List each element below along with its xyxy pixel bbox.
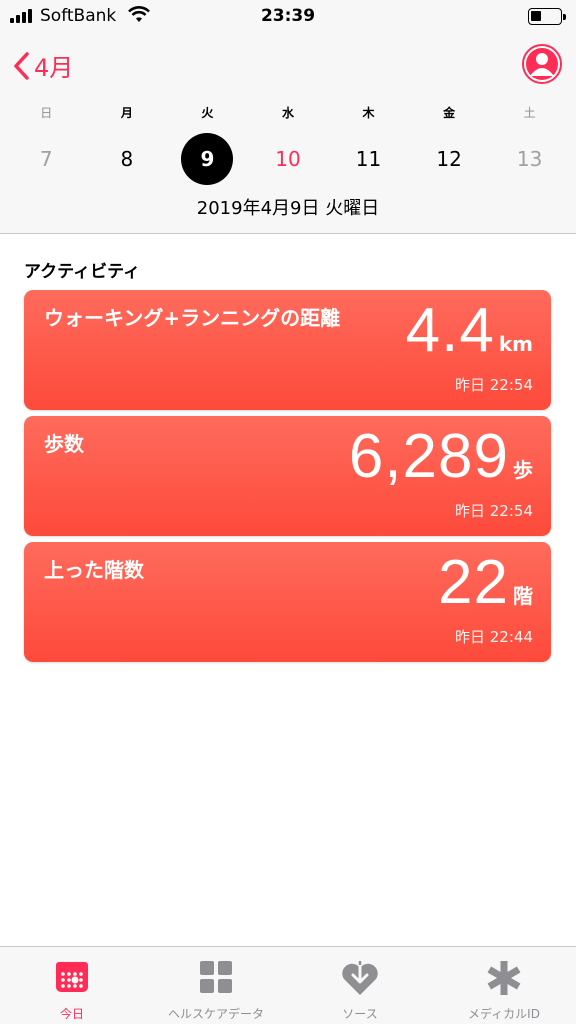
day-row: 7 8 9 10 11 12 13 (0, 133, 576, 185)
tab-label: 今日 (59, 1007, 84, 1021)
status-bar: SoftBank 23:39 (0, 0, 576, 32)
day-cell[interactable]: 13 (500, 134, 560, 184)
card-title: ウォーキング+ランニングの距離 (44, 306, 341, 330)
day-cell[interactable]: 8 (97, 134, 157, 184)
section-title: アクティビティ (24, 262, 141, 282)
card-title: 歩数 (44, 432, 84, 456)
profile-avatar-button[interactable] (522, 44, 562, 84)
tab-sources[interactable]: ソース (288, 947, 432, 1024)
back-month-label: 4月 (34, 54, 74, 82)
weekday-label: 水 (281, 106, 294, 120)
day-cell[interactable]: 12 (419, 134, 479, 184)
card-value-group: 4.4 km (406, 300, 533, 362)
card-value: 4.4 (405, 296, 495, 365)
tab-label: ヘルスケアデータ (167, 1007, 264, 1021)
weekday-label: 金 (443, 106, 456, 120)
calendar-header: 4月 日 月 火 水 木 金 土 7 8 9 10 11 12 13 2019年… (0, 32, 576, 234)
health-data-grid-icon (198, 959, 234, 999)
day-cell-selected[interactable]: 9 (177, 133, 237, 185)
day-cell[interactable]: 10 (258, 134, 318, 184)
weekday-row: 日 月 火 水 木 金 土 (0, 104, 576, 121)
card-unit: km (498, 332, 533, 356)
weekday-label: 日 (40, 106, 53, 120)
walking-running-distance-card[interactable]: ウォーキング+ランニングの距離 4.4 km 昨日 22:54 (24, 290, 551, 410)
day-cell[interactable]: 7 (16, 134, 76, 184)
card-title: 上った階数 (44, 558, 144, 582)
tab-label: ソース (342, 1007, 378, 1021)
weekday-label: 土 (523, 106, 536, 120)
today-calendar-icon (54, 959, 90, 999)
sources-heart-icon (340, 959, 380, 1001)
back-month-button[interactable]: 4月 (12, 48, 73, 83)
medical-id-asterisk-icon (485, 959, 523, 1001)
day-number: 12 (436, 147, 462, 171)
day-number: 11 (355, 147, 382, 171)
person-icon (526, 48, 558, 80)
status-time: 23:39 (260, 6, 316, 26)
day-number: 9 (181, 133, 234, 185)
battery-icon (528, 8, 566, 25)
tab-bar: 今日 ヘルスケアデータ ソース メディカルID (0, 946, 576, 1024)
day-number: 13 (516, 147, 543, 171)
card-value-group: 22 階 (438, 552, 533, 614)
tab-health-data[interactable]: ヘルスケアデータ (144, 947, 288, 1024)
card-unit: 歩 (513, 458, 533, 482)
tab-medical-id[interactable]: メディカルID (432, 947, 576, 1024)
selected-date-label: 2019年4月9日 火曜日 (196, 198, 380, 219)
weekday-label: 木 (362, 106, 375, 120)
day-cell[interactable]: 11 (339, 134, 399, 184)
card-timestamp: 昨日 22:54 (455, 376, 533, 394)
card-value: 22 (438, 548, 509, 617)
tab-label: メディカルID (468, 1007, 540, 1021)
day-number: 10 (275, 147, 301, 171)
card-value-group: 6,289 歩 (349, 426, 533, 488)
steps-card[interactable]: 歩数 6,289 歩 昨日 22:54 (24, 416, 551, 536)
card-value: 6,289 (348, 422, 509, 491)
day-number: 8 (120, 147, 134, 171)
weekday-label: 月 (120, 106, 133, 120)
flights-climbed-card[interactable]: 上った階数 22 階 昨日 22:44 (24, 542, 551, 662)
tab-today[interactable]: 今日 (0, 947, 144, 1024)
weekday-label: 火 (201, 106, 214, 120)
chevron-left-icon (14, 51, 29, 80)
card-timestamp: 昨日 22:44 (455, 628, 533, 646)
card-unit: 階 (513, 584, 533, 608)
card-timestamp: 昨日 22:54 (455, 502, 533, 520)
day-number: 7 (39, 147, 53, 171)
